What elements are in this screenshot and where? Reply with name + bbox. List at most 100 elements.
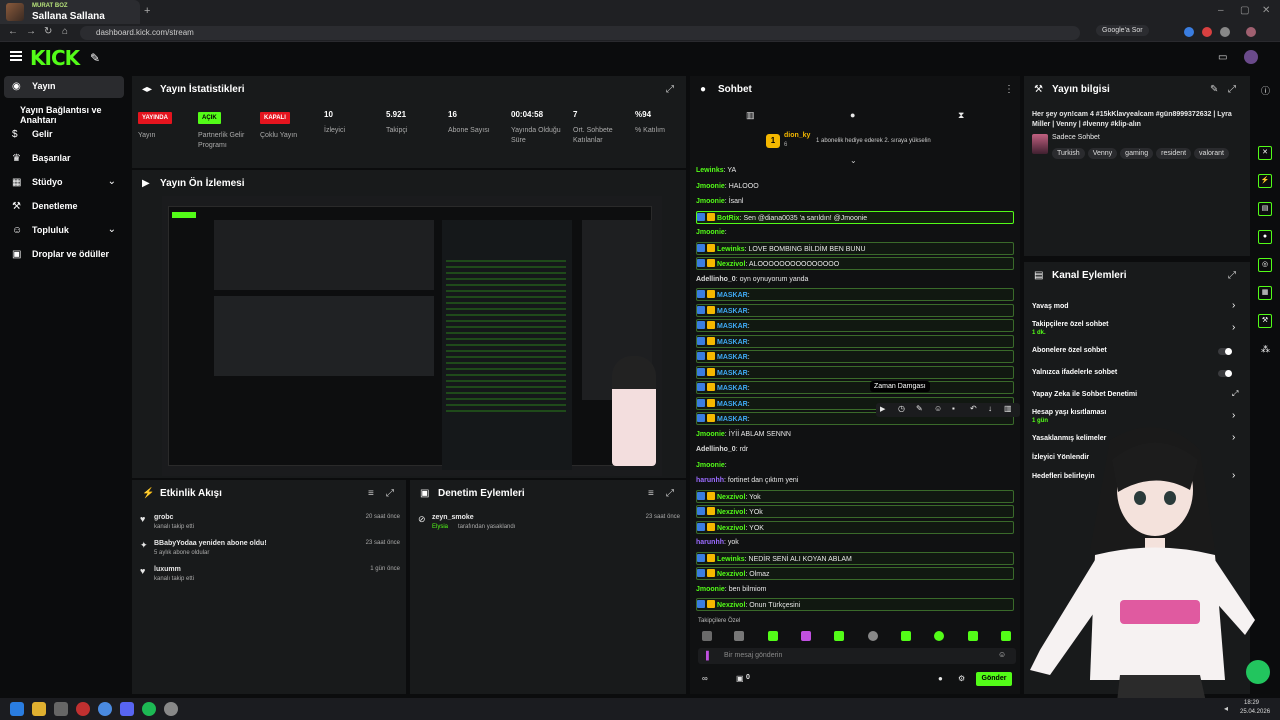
- browser-tab[interactable]: MURAT BOZ Sallana Sallana: [0, 0, 140, 24]
- chat-username[interactable]: BotRix: [717, 215, 740, 222]
- folder-icon[interactable]: [32, 702, 46, 716]
- home-icon[interactable]: ⌂: [62, 26, 68, 37]
- gift-icon[interactable]: ▣: [736, 674, 744, 683]
- chat-message[interactable]: Nexzivol: Yok: [696, 489, 1014, 503]
- popout-icon[interactable]: ⤢: [386, 488, 394, 499]
- popout-icon[interactable]: ⤢: [666, 84, 674, 95]
- chat-username[interactable]: MASKAR: [717, 323, 748, 330]
- rail-lightning-icon[interactable]: ⚡: [1258, 174, 1272, 188]
- clock-icon[interactable]: ◷: [898, 404, 905, 413]
- user-avatar[interactable]: [1244, 50, 1258, 64]
- more-icon[interactable]: ⋮: [1004, 84, 1014, 95]
- new-tab-icon[interactable]: +: [144, 5, 150, 17]
- tag[interactable]: valorant: [1194, 148, 1229, 159]
- chat-message[interactable]: MASKAR:: [696, 334, 1014, 348]
- chat-username[interactable]: Jmoonie: [696, 586, 725, 593]
- pin-message-icon[interactable]: ▪: [952, 404, 955, 413]
- extension-icon[interactable]: [1202, 27, 1212, 37]
- chat-username[interactable]: MASKAR: [717, 354, 748, 361]
- rail-list-icon[interactable]: ▤: [1258, 202, 1272, 216]
- download-icon[interactable]: ↓: [988, 404, 992, 413]
- chat-input[interactable]: ▌ Bir mesaj gönderin ☺: [698, 648, 1016, 664]
- chat-message[interactable]: Lewinks: YA: [696, 164, 1014, 177]
- chat-message[interactable]: Nexzivol: ALOOOOOOOOOOOOOOO: [696, 257, 1014, 270]
- chat-username[interactable]: Jmoonie: [696, 462, 725, 469]
- chat-username[interactable]: MASKAR: [717, 416, 748, 423]
- link-icon[interactable]: ∞: [702, 674, 708, 683]
- chat-username[interactable]: Nexzivol: [717, 602, 745, 609]
- chat-message[interactable]: MASKAR:: [696, 365, 1014, 379]
- chat-username[interactable]: Nexzivol: [717, 525, 745, 532]
- filter-icon[interactable]: ≡: [368, 488, 374, 499]
- start-icon[interactable]: [10, 702, 24, 716]
- chat-username[interactable]: Jmoonie: [696, 198, 725, 205]
- discord-icon[interactable]: [120, 702, 134, 716]
- profile-avatar[interactable]: [1246, 27, 1256, 37]
- chat-bubble-icon[interactable]: ●: [850, 110, 855, 120]
- chat-message[interactable]: Nexzivol: Olmaz: [696, 567, 1014, 580]
- stream-preview-video[interactable]: [162, 196, 662, 476]
- chat-message[interactable]: Jmoonie: İsanl: [696, 195, 1014, 208]
- spotify-icon[interactable]: [142, 702, 156, 716]
- chat-message[interactable]: Adellinho_0: oyn oynuyorum yanda: [696, 273, 1014, 286]
- chat-username[interactable]: MASKAR: [717, 385, 748, 392]
- emoji-icon[interactable]: ☺: [998, 650, 1006, 659]
- chat-message[interactable]: harunhh: fortinet dan çıktım yeni: [696, 474, 1014, 487]
- sidebar-item-denetleme[interactable]: ⚒ Denetleme: [4, 196, 124, 218]
- google-ask-button[interactable]: Google'a Sor: [1096, 25, 1149, 36]
- chat-message[interactable]: Jmoonie:: [696, 459, 1014, 472]
- sidebar-item-stream-key[interactable]: Yayın Bağlantısı ve Anahtarı: [4, 100, 124, 125]
- emote-icon[interactable]: [702, 631, 712, 641]
- menu-icon[interactable]: [10, 51, 22, 61]
- app-icon[interactable]: [76, 702, 90, 716]
- rail-broadcast-icon[interactable]: ◎: [1258, 258, 1272, 272]
- emote-icon[interactable]: [734, 631, 744, 641]
- tag[interactable]: resident: [1156, 148, 1192, 159]
- app-icon[interactable]: [164, 702, 178, 716]
- chat-message[interactable]: harunhh: yok: [696, 536, 1014, 549]
- chat-username[interactable]: MASKAR: [717, 339, 748, 346]
- sidebar-item-basarilar[interactable]: ♛ Başarılar: [4, 148, 124, 170]
- rail-stats-icon[interactable]: ✕: [1258, 146, 1272, 160]
- popout-icon[interactable]: ⤢: [1228, 84, 1236, 95]
- chat-username[interactable]: MASKAR: [717, 401, 748, 408]
- chat-username[interactable]: Nexzivol: [717, 509, 745, 516]
- chat-message[interactable]: Nexzivol: YOK: [696, 520, 1014, 534]
- chat-message[interactable]: MASKAR:: [696, 303, 1014, 317]
- chat-username[interactable]: Jmoonie: [696, 229, 725, 236]
- chat-username[interactable]: Lewinks: [717, 246, 745, 253]
- maximize-icon[interactable]: ▢: [1240, 5, 1249, 16]
- minimize-icon[interactable]: –: [1218, 5, 1224, 16]
- emote-icon[interactable]: [1001, 631, 1011, 641]
- emote-icon[interactable]: [968, 631, 978, 641]
- chat-message[interactable]: Adellinho_0: rdr: [696, 443, 1014, 456]
- chat-username[interactable]: MASKAR: [717, 370, 748, 377]
- play-icon[interactable]: ▶: [880, 405, 885, 413]
- chat-username[interactable]: Adellinho_0: [696, 446, 736, 453]
- smile-icon[interactable]: ☺: [934, 404, 942, 413]
- hourglass-icon[interactable]: ⧗: [958, 110, 964, 121]
- chat-message[interactable]: Jmoonie: ben bilmiom: [696, 583, 1014, 596]
- emote-icon[interactable]: [768, 631, 778, 641]
- chrome-icon[interactable]: [98, 702, 112, 716]
- chat-username[interactable]: Nexzivol: [717, 571, 745, 578]
- tag[interactable]: Venny: [1087, 148, 1118, 159]
- sidebar-item-yayin[interactable]: ◉ Yayın: [4, 76, 124, 98]
- extension-icon[interactable]: [1184, 27, 1194, 37]
- chat-username[interactable]: harunhh: [696, 477, 724, 484]
- reload-icon[interactable]: ↻: [44, 26, 52, 37]
- puzzle-icon[interactable]: [1220, 27, 1230, 37]
- chat-message[interactable]: Lewinks: LOVE BOMBING BİLDİM BEN BUNU: [696, 241, 1014, 255]
- chat-message[interactable]: MASKAR:: [696, 319, 1014, 332]
- emote-icon[interactable]: [934, 631, 944, 641]
- chat-bubble-icon[interactable]: ●: [938, 674, 943, 683]
- chat-username[interactable]: Jmoonie: [696, 431, 725, 438]
- chat-username[interactable]: harunhh: [696, 539, 724, 546]
- sidebar-item-topluluk[interactable]: ☺ Topluluk ⌄: [4, 220, 124, 242]
- gear-icon[interactable]: ⚙: [958, 674, 965, 683]
- forward-icon[interactable]: →: [26, 26, 36, 37]
- display-icon[interactable]: ▭: [1218, 52, 1227, 63]
- volume-icon[interactable]: ◂: [1224, 704, 1228, 713]
- undo-icon[interactable]: ↶: [970, 404, 977, 413]
- chat-message[interactable]: Lewinks: NEDİR SENİ ALI KOYAN ABLAM: [696, 551, 1014, 565]
